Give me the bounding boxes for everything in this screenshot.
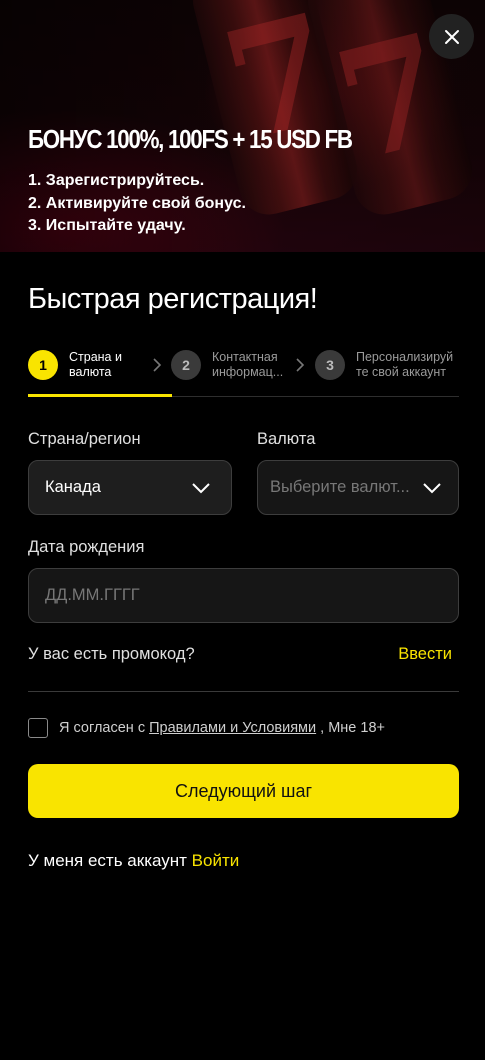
bonus-title: БОНУС 100%, 100FS + 15 USD FB (28, 124, 353, 154)
page-title: Быстрая регистрация! (28, 283, 318, 315)
divider (28, 691, 459, 692)
dob-placeholder: ДД.ММ.ГГГГ (45, 586, 140, 604)
login-prompt: У меня есть аккаунт Войти (28, 851, 239, 871)
step-number: 3 (315, 350, 345, 380)
bonus-step: 1. Зарегистрируйтесь. (28, 172, 205, 189)
terms-text: Я согласен с Правилами и Условиями , Мне… (59, 720, 385, 736)
step-label: Контактная информац... (212, 350, 304, 380)
bonus-step: 3. Испытайте удачу. (28, 217, 186, 234)
next-step-button[interactable]: Следующий шаг (28, 764, 459, 818)
step-label-line: те свой аккаунт (356, 365, 447, 379)
country-value: Канада (45, 478, 101, 496)
currency-placeholder: Выберите валют... (270, 478, 410, 496)
bonus-steps: 1. Зарегистрируйтесь. 2. Активируйте сво… (28, 170, 246, 238)
bonus-step: 2. Активируйте свой бонус. (28, 194, 246, 212)
terms-checkbox[interactable] (28, 718, 48, 738)
dob-label: Дата рождения (28, 538, 145, 556)
chevron-down-icon (192, 483, 210, 494)
promo-question: У вас есть промокод? (28, 645, 195, 663)
chevron-right-icon (296, 358, 305, 372)
registration-modal: 7 7 БОНУС 100%, 100FS + 15 USD FB 1. Зар… (0, 0, 485, 1060)
promo-row: У вас есть промокод? Ввести (28, 645, 459, 669)
terms-link[interactable]: Правилами и Условиями (149, 720, 316, 736)
step-number: 2 (171, 350, 201, 380)
dob-input[interactable]: ДД.ММ.ГГГГ (28, 568, 459, 623)
step-label-line: Контактная (212, 350, 278, 364)
step-country-currency[interactable]: 1 Страна и валюта (28, 345, 161, 385)
promo-banner: 7 7 БОНУС 100%, 100FS + 15 USD FB 1. Зар… (0, 0, 485, 252)
step-contact-info[interactable]: 2 Контактная информац... (171, 345, 304, 385)
registration-stepper: 1 Страна и валюта 2 Контактная информац.… (28, 345, 459, 397)
country-select[interactable]: Канада (28, 460, 232, 515)
active-step-indicator (28, 394, 172, 397)
step-label-line: Персонализируй (356, 350, 454, 364)
promo-enter-link[interactable]: Ввести (398, 645, 452, 664)
step-personalize-account[interactable]: 3 Персонализируй те свой аккаунт (315, 345, 460, 385)
step-label-line: Страна и (69, 350, 122, 364)
step-label: Персонализируй те свой аккаунт (356, 350, 460, 380)
chevron-down-icon (423, 483, 441, 494)
currency-select[interactable]: Выберите валют... (257, 460, 459, 515)
terms-prefix: Я согласен с (59, 720, 150, 736)
close-button[interactable] (429, 14, 474, 59)
terms-suffix: , Мне 18+ (316, 720, 385, 736)
terms-agreement: Я согласен с Правилами и Условиями , Мне… (28, 718, 385, 738)
account-question: У меня есть аккаунт (28, 851, 192, 870)
step-number: 1 (28, 350, 58, 380)
login-link[interactable]: Войти (192, 851, 240, 870)
step-label-line: валюта (69, 365, 112, 379)
close-icon (444, 29, 459, 44)
currency-label: Валюта (257, 430, 316, 448)
country-label: Страна/регион (28, 430, 141, 448)
step-label-line: информац... (212, 365, 284, 379)
chevron-right-icon (153, 358, 162, 372)
step-label: Страна и валюта (69, 350, 161, 380)
